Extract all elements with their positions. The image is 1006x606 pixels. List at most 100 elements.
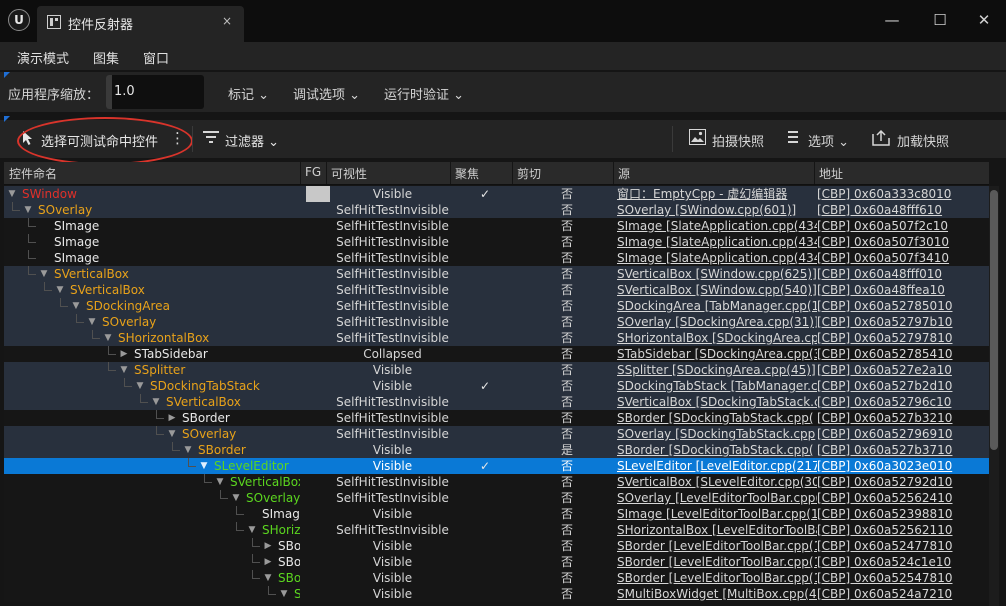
- address-link[interactable]: [CBP] 0x60a333c8010: [817, 186, 987, 202]
- options-dropdown[interactable]: 选项 ⌄: [808, 131, 849, 150]
- expanded-arrow-icon[interactable]: ▼: [246, 522, 258, 538]
- address-link[interactable]: [CBP] 0x60a48fff010: [817, 266, 987, 282]
- source-link[interactable]: SImage [LevelEditorToolBar.cpp(1: [617, 506, 817, 522]
- expanded-arrow-icon[interactable]: ▼: [262, 570, 274, 586]
- source-link[interactable]: SVerticalBox [SWindow.cpp(540)]: [617, 282, 817, 298]
- col-header-visibility[interactable]: 可视性: [331, 165, 367, 182]
- address-link[interactable]: [CBP] 0x60a52797b10: [817, 314, 987, 330]
- source-link[interactable]: SOverlay [SDockingTabStack.cpp: [617, 426, 817, 442]
- source-link[interactable]: STabSidebar [SDockingArea.cpp(3: [617, 346, 817, 362]
- tree-row[interactable]: ▼ SOverlay SelfHitTestInvisible 否 SOverlay […: [4, 426, 989, 442]
- expanded-arrow-icon[interactable]: ▼: [86, 314, 98, 330]
- address-link[interactable]: [CBP] 0x60a52562410: [817, 490, 987, 506]
- expanded-arrow-icon[interactable]: ▼: [214, 474, 226, 490]
- tree-row[interactable]: SImage Visible 否 SImage [LevelEditorToolBar…: [4, 506, 989, 522]
- address-link[interactable]: [CBP] 0x60a507f2c10: [817, 218, 987, 234]
- expanded-arrow-icon[interactable]: ▼: [6, 186, 18, 202]
- column-divider[interactable]: [326, 162, 327, 184]
- expanded-arrow-icon[interactable]: ▼: [166, 426, 178, 442]
- collapsed-arrow-icon[interactable]: ▶: [118, 346, 130, 362]
- address-link[interactable]: [CBP] 0x60a3023e010: [817, 458, 987, 474]
- tree-row[interactable]: ▼ SHorizontalBox SelfHitTestInvisible 否 SHor…: [4, 522, 989, 538]
- collapsed-arrow-icon[interactable]: ▶: [166, 410, 178, 426]
- column-divider[interactable]: [300, 162, 301, 184]
- address-link[interactable]: [CBP] 0x60a52796c10: [817, 394, 987, 410]
- source-link[interactable]: SBorder [LevelEditorToolBar.cpp(1: [617, 554, 817, 570]
- tree-row[interactable]: ▼ SVerticalBox SelfHitTestInvisible 否 SVerti…: [4, 282, 989, 298]
- source-link[interactable]: SVerticalBox [SLevelEditor.cpp(30: [617, 474, 817, 490]
- address-link[interactable]: [CBP] 0x60a527b3710: [817, 442, 987, 458]
- tree-row[interactable]: ▶ SBorder Visible 否 SBorder [LevelEditorTool…: [4, 554, 989, 570]
- tree-row[interactable]: SImage SelfHitTestInvisible 否 SImage [Slate…: [4, 250, 989, 266]
- expanded-arrow-icon[interactable]: ▼: [278, 586, 290, 602]
- source-link[interactable]: SImage [SlateApplication.cpp(4341: [617, 218, 817, 234]
- source-link[interactable]: SOverlay [SDockingArea.cpp(31)]: [617, 314, 817, 330]
- address-link[interactable]: [CBP] 0x60a507f3410: [817, 250, 987, 266]
- expanded-arrow-icon[interactable]: ▼: [102, 330, 114, 346]
- column-divider[interactable]: [450, 162, 451, 184]
- tree-row[interactable]: ▼ SDockingArea SelfHitTestInvisible 否 SDocki…: [4, 298, 989, 314]
- more-options-icon[interactable]: ⋮: [170, 129, 185, 147]
- column-divider[interactable]: [512, 162, 513, 184]
- tree-row[interactable]: ▼ SBorder Visible 否 SBorder [LevelEditorTool…: [4, 570, 989, 586]
- address-link[interactable]: [CBP] 0x60a52797810: [817, 330, 987, 346]
- address-link[interactable]: [CBP] 0x60a527b2d10: [817, 378, 987, 394]
- minimize-button[interactable]: —: [880, 8, 904, 32]
- expanded-arrow-icon[interactable]: ▼: [22, 202, 34, 218]
- menu-demo-mode[interactable]: 演示模式: [17, 48, 69, 67]
- source-link[interactable]: SDockingTabStack [TabManager.c: [617, 378, 817, 394]
- filter-dropdown[interactable]: 过滤器 ⌄: [225, 131, 279, 150]
- tree-row[interactable]: ▶ SBorder Visible 否 SBorder [LevelEditorTool…: [4, 538, 989, 554]
- tree-row[interactable]: ▼ SVerticalBox SelfHitTestInvisible 否 SVerti…: [4, 474, 989, 490]
- tree-row[interactable]: ▼ SLevelEditor Visible ✓ 否 SLevelEditor [Leve…: [4, 458, 989, 474]
- take-snapshot-button[interactable]: 拍摄快照: [712, 131, 764, 150]
- close-window-button[interactable]: ✕: [972, 8, 996, 32]
- runtime-verify-dropdown[interactable]: 运行时验证 ⌄: [384, 84, 464, 103]
- tree-row[interactable]: ▼ SWindow Visible ✓ 否 窗口：EmptyCpp - 虚幻编辑器 [CBP…: [4, 186, 989, 202]
- source-link[interactable]: SOverlay [SWindow.cpp(601)]: [617, 202, 817, 218]
- source-link[interactable]: 窗口：EmptyCpp - 虚幻编辑器: [617, 186, 817, 202]
- col-header-fg[interactable]: FG: [305, 165, 321, 179]
- tree-row[interactable]: ▼ SVerticalBox SelfHitTestInvisible 否 SVerti…: [4, 394, 989, 410]
- source-link[interactable]: SDockingArea [TabManager.cpp(1: [617, 298, 817, 314]
- expanded-arrow-icon[interactable]: ▼: [198, 458, 210, 474]
- address-link[interactable]: [CBP] 0x60a524c1e10: [817, 554, 987, 570]
- expanded-arrow-icon[interactable]: ▼: [54, 282, 66, 298]
- col-header-address[interactable]: 地址: [819, 165, 843, 182]
- expanded-arrow-icon[interactable]: ▼: [70, 298, 82, 314]
- col-header-focus[interactable]: 聚焦: [455, 165, 479, 182]
- tree-row[interactable]: SImage SelfHitTestInvisible 否 SImage [Slate…: [4, 218, 989, 234]
- tree-row[interactable]: ▼ SSplitter Visible 否 SSplitter [SDockingAre…: [4, 362, 989, 378]
- expanded-arrow-icon[interactable]: ▼: [118, 362, 130, 378]
- source-link[interactable]: SBorder [SDockingTabStack.cpp(: [617, 410, 817, 426]
- source-link[interactable]: SImage [SlateApplication.cpp(4341: [617, 250, 817, 266]
- column-divider[interactable]: [814, 162, 815, 184]
- tree-row[interactable]: ▶ STabSidebar Collapsed 否 STabSidebar [SDock…: [4, 346, 989, 362]
- address-link[interactable]: [CBP] 0x60a52785010: [817, 298, 987, 314]
- col-header-source[interactable]: 源: [618, 165, 630, 182]
- expanded-arrow-icon[interactable]: ▼: [134, 378, 146, 394]
- tree-row[interactable]: ▶ SBorder SelfHitTestInvisible 否 SBorder [SD…: [4, 410, 989, 426]
- debug-options-dropdown[interactable]: 调试选项 ⌄: [293, 84, 360, 103]
- tree-row[interactable]: ▼ SOverlay SelfHitTestInvisible 否 SOverlay […: [4, 202, 989, 218]
- col-header-clip[interactable]: 剪切: [517, 165, 541, 182]
- app-scale-drag-handle[interactable]: [106, 75, 112, 109]
- source-link[interactable]: SBorder [SDockingTabStack.cpp(: [617, 442, 817, 458]
- address-link[interactable]: [CBP] 0x60a524a7210: [817, 586, 987, 602]
- expanded-arrow-icon[interactable]: ▼: [182, 442, 194, 458]
- source-link[interactable]: SMultiBoxWidget [MultiBox.cpp(42: [617, 586, 817, 602]
- address-link[interactable]: [CBP] 0x60a52785410: [817, 346, 987, 362]
- source-link[interactable]: SSplitter [SDockingArea.cpp(45)]: [617, 362, 817, 378]
- source-link[interactable]: SImage [SlateApplication.cpp(4341: [617, 234, 817, 250]
- address-link[interactable]: [CBP] 0x60a527e2a10: [817, 362, 987, 378]
- column-divider[interactable]: [613, 162, 614, 184]
- source-link[interactable]: SVerticalBox [SWindow.cpp(625)]: [617, 266, 817, 282]
- tree-row[interactable]: ▼ SDockingTabStack Visible ✓ 否 SDockingTabSta…: [4, 378, 989, 394]
- tree-row[interactable]: ▼ SVerticalBox SelfHitTestInvisible 否 SVerti…: [4, 266, 989, 282]
- address-link[interactable]: [CBP] 0x60a52477810: [817, 538, 987, 554]
- maximize-button[interactable]: ☐: [928, 8, 952, 32]
- scrollbar-thumb[interactable]: [990, 190, 998, 450]
- tree-row[interactable]: ▼ SOverlay SelfHitTestInvisible 否 SOverlay […: [4, 314, 989, 330]
- col-header-name[interactable]: 控件命名: [9, 165, 57, 182]
- source-link[interactable]: SBorder [LevelEditorToolBar.cpp(1: [617, 570, 817, 586]
